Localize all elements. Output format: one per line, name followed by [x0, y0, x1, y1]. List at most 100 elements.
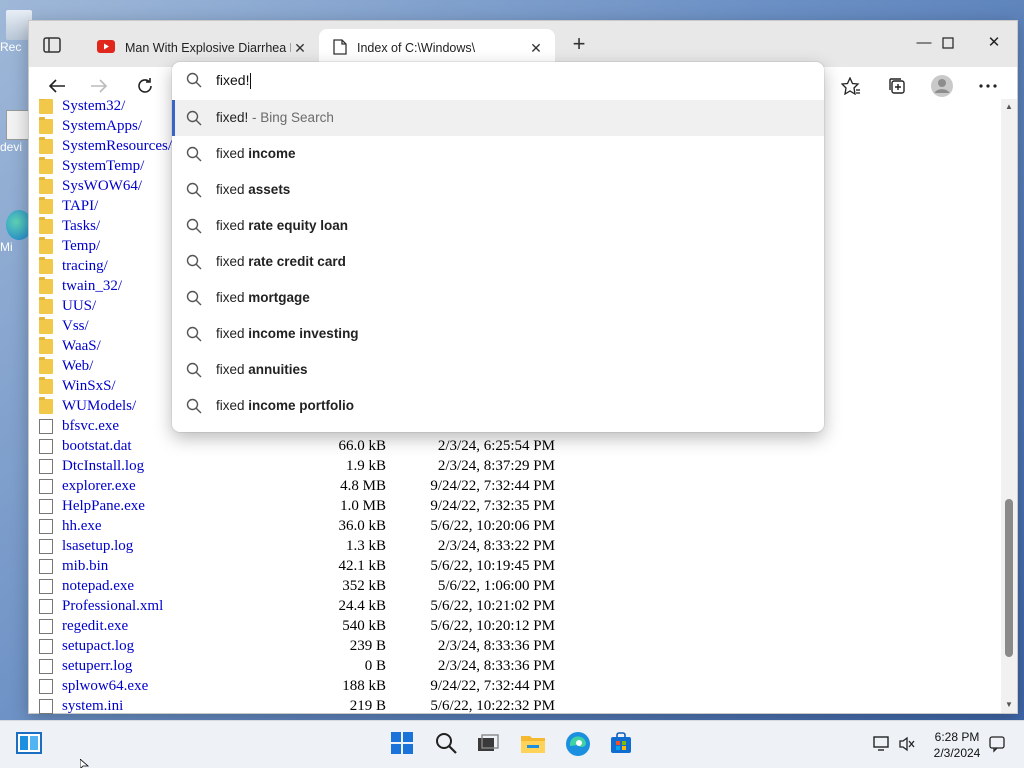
favorites-button[interactable] [835, 70, 867, 102]
maximize-button[interactable] [925, 29, 971, 57]
file-link[interactable]: tracing/ [62, 258, 108, 275]
address-input[interactable]: fixed! [172, 62, 824, 98]
file-link[interactable]: setuperr.log [62, 658, 132, 675]
search-suggestion[interactable]: fixed mortgage [172, 280, 824, 316]
file-link[interactable]: Web/ [62, 358, 93, 375]
file-link[interactable]: system.ini [62, 698, 123, 715]
scroll-down-icon[interactable]: ▼ [1005, 701, 1013, 709]
file-link[interactable]: bootstat.dat [62, 438, 132, 455]
file-icon [39, 619, 53, 634]
file-link[interactable]: Temp/ [62, 238, 100, 255]
scroll-thumb[interactable] [1005, 499, 1013, 657]
search-suggestion[interactable]: fixed annuities [172, 352, 824, 388]
search-suggestion[interactable]: fixed income investing [172, 316, 824, 352]
vertical-scrollbar[interactable]: ▲ ▼ [1001, 99, 1017, 713]
profile-button[interactable] [926, 70, 958, 102]
desktop-icon-label: devi [0, 140, 23, 154]
search-suggestion[interactable]: fixed rate credit card [172, 244, 824, 280]
listing-row: notepad.exe 352 kB 5/6/22, 1:06:00 PM [39, 577, 999, 597]
collections-button[interactable] [881, 70, 913, 102]
edge-taskbar-icon[interactable] [565, 731, 593, 759]
suggestion-completion: mortgage [248, 290, 310, 305]
file-link[interactable]: Vss/ [62, 318, 89, 335]
taskbar-clock[interactable]: 6:28 PM 2/3/2024 [922, 729, 992, 761]
file-date: 5/6/22, 10:19:45 PM [430, 558, 555, 574]
scroll-up-icon[interactable]: ▲ [1005, 103, 1013, 111]
desktop-icon-edge[interactable]: Mi [0, 210, 32, 254]
folder-icon [39, 157, 53, 174]
search-suggestion[interactable]: fixed rate equity loan [172, 208, 824, 244]
folder-icon [39, 99, 53, 114]
suggestion-text: fixed rate equity loan [216, 218, 348, 233]
store-icon[interactable] [609, 731, 637, 759]
file-explorer-icon[interactable] [520, 731, 548, 759]
file-link[interactable]: SystemTemp/ [62, 158, 144, 175]
listing-row: Professional.xml 24.4 kB 5/6/22, 10:21:02 … [39, 597, 999, 617]
close-tab-icon[interactable]: ✕ [291, 39, 309, 57]
search-suggestion[interactable]: fixed income [172, 136, 824, 172]
close-window-button[interactable]: ✕ [971, 29, 1017, 57]
search-icon [186, 182, 202, 198]
file-link[interactable]: hh.exe [62, 518, 102, 535]
suggestion-prefix: fixed [216, 362, 249, 377]
desktop-icon-device[interactable]: devi [0, 110, 32, 154]
file-link[interactable]: SystemResources/ [62, 138, 172, 155]
file-link[interactable]: regedit.exe [62, 618, 128, 635]
tab-actions-icon[interactable] [41, 35, 63, 55]
file-date: 9/24/22, 7:32:35 PM [430, 498, 555, 514]
search-taskbar-icon[interactable] [434, 731, 462, 759]
refresh-button[interactable] [129, 70, 161, 102]
file-link[interactable]: UUS/ [62, 298, 96, 315]
file-link[interactable]: splwow64.exe [62, 678, 148, 695]
suggestion-text: fixed assets [216, 182, 290, 197]
folder-icon [39, 137, 53, 154]
file-link[interactable]: HelpPane.exe [62, 498, 145, 515]
file-size: 1.9 kB [345, 458, 386, 474]
close-tab-icon[interactable]: ✕ [527, 39, 545, 57]
listing-row: setuperr.log 0 B 2/3/24, 8:33:36 PM [39, 657, 999, 677]
settings-more-button[interactable] [972, 70, 1004, 102]
file-link[interactable]: DtcInstall.log [62, 458, 144, 475]
suggestion-prefix: fixed [216, 182, 249, 197]
suggestion-prefix: fixed [216, 218, 249, 233]
file-date: 2/3/24, 8:33:36 PM [437, 638, 555, 654]
suggestion-prefix: fixed [216, 290, 249, 305]
search-suggestion[interactable]: fixed assets [172, 172, 824, 208]
listing-row: splwow64.exe 188 kB 9/24/22, 7:32:44 PM [39, 677, 999, 697]
file-link[interactable]: Tasks/ [62, 218, 100, 235]
suggestion-completion: rate credit card [248, 254, 346, 269]
file-icon [39, 459, 53, 474]
suggestion-text: fixed income investing [216, 326, 359, 341]
file-link[interactable]: WaaS/ [62, 338, 101, 355]
file-link[interactable]: WUModels/ [62, 398, 136, 415]
widgets-icon[interactable] [16, 731, 44, 759]
file-link[interactable]: setupact.log [62, 638, 134, 655]
search-suggestion[interactable]: fixed! - Bing Search [172, 100, 824, 136]
file-link[interactable]: explorer.exe [62, 478, 136, 495]
file-link[interactable]: bfsvc.exe [62, 418, 119, 435]
file-link[interactable]: TAPI/ [62, 198, 98, 215]
file-link[interactable]: WinSxS/ [62, 378, 116, 395]
search-suggestion[interactable]: fixed income portfolio [172, 388, 824, 424]
new-tab-button[interactable]: + [567, 33, 591, 57]
file-link[interactable]: mib.bin [62, 558, 108, 575]
forward-button[interactable] [83, 70, 115, 102]
file-link[interactable]: SysWOW64/ [62, 178, 142, 195]
file-icon [39, 639, 53, 654]
file-link[interactable]: System32/ [62, 99, 125, 115]
file-icon [39, 499, 53, 514]
file-link[interactable]: lsasetup.log [62, 538, 133, 555]
start-button-icon[interactable] [390, 731, 418, 759]
file-link[interactable]: twain_32/ [62, 278, 122, 295]
network-icon[interactable] [872, 735, 900, 763]
clock-time: 6:28 PM [934, 730, 980, 744]
desktop-icon-recycle-bin[interactable]: Rec [0, 10, 32, 54]
file-link[interactable]: SystemApps/ [62, 118, 142, 135]
task-view-icon[interactable] [476, 731, 504, 759]
file-size: 0 B [364, 658, 386, 674]
suggestion-prefix: fixed [216, 398, 249, 413]
file-link[interactable]: Professional.xml [62, 598, 163, 615]
notifications-icon[interactable] [988, 735, 1016, 763]
back-button[interactable] [41, 70, 73, 102]
file-link[interactable]: notepad.exe [62, 578, 134, 595]
